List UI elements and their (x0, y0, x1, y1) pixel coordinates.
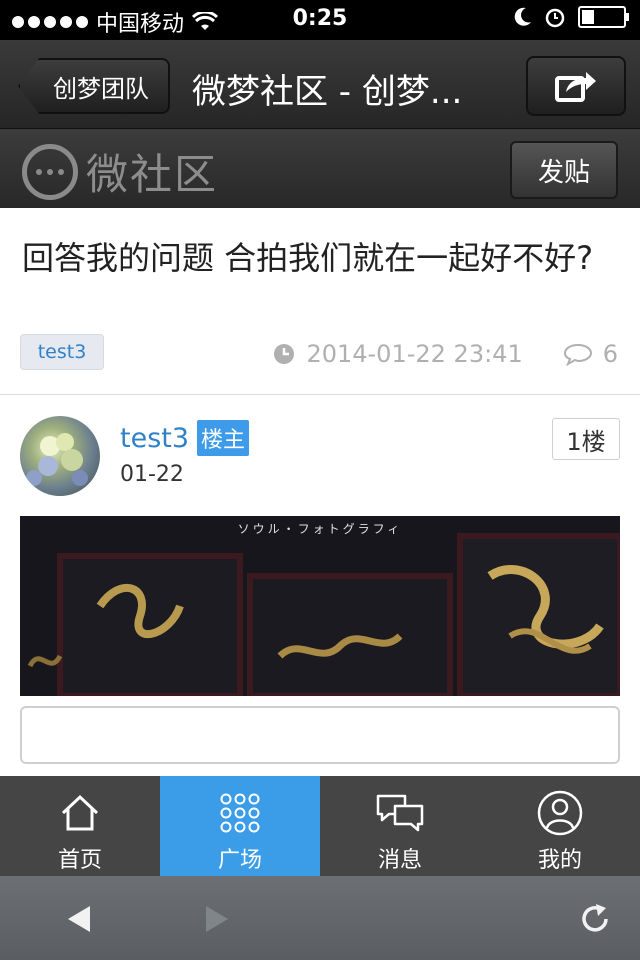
comment-icon (563, 343, 592, 366)
post-tag[interactable]: test3 (20, 334, 104, 370)
tab-label: 首页 (57, 848, 102, 873)
battery-icon (578, 6, 629, 28)
post-meta: 2014-01-22 23:41 6 (272, 340, 618, 368)
forward-arrow-icon[interactable] (204, 904, 230, 934)
home-icon (61, 794, 99, 831)
browser-toolbar (0, 876, 640, 960)
tab-messages[interactable]: 消息 (320, 776, 480, 876)
floor-number: 1楼 (552, 418, 620, 460)
author-name[interactable]: test3 (120, 423, 189, 454)
back-arrow-icon[interactable] (66, 904, 92, 934)
post-image[interactable]: ソウル・フォトグラフィ (20, 516, 620, 696)
tab-label: 广场 (217, 848, 262, 873)
comment-count: 6 (602, 340, 618, 368)
reload-icon[interactable] (578, 902, 612, 936)
grid-icon (220, 793, 260, 833)
tab-home[interactable]: 首页 (0, 776, 160, 876)
navigation-bar: 创梦团队 微梦社区 - 创梦... (0, 40, 640, 129)
share-button[interactable] (526, 56, 626, 116)
moon-icon (514, 7, 531, 26)
profile-icon (537, 790, 583, 836)
share-icon (555, 72, 596, 102)
post-datetime: 2014-01-22 23:41 (306, 340, 523, 368)
reply-date: 01-22 (120, 462, 184, 487)
reply-input[interactable] (20, 706, 620, 764)
image-caption: ソウル・フォトグラフィ (237, 522, 403, 536)
logo-text: 微社区 (86, 150, 219, 199)
tab-square[interactable]: 广场 (160, 776, 320, 876)
tab-profile[interactable]: 我的 (480, 776, 640, 876)
author-info: test3 楼主 (120, 420, 250, 456)
chat-bubble-icon (22, 143, 78, 200)
app-logo: 微社区 (22, 141, 218, 202)
owner-badge: 楼主 (197, 420, 250, 456)
new-post-button[interactable]: 发贴 (510, 141, 618, 199)
divider (0, 394, 640, 395)
avatar[interactable] (20, 416, 100, 496)
tab-label: 消息 (377, 848, 422, 873)
page-title: 微梦社区 - 创梦... (192, 72, 463, 112)
messages-icon (376, 794, 424, 832)
tab-bar: 首页 广场 消息 我的 (0, 776, 640, 876)
tab-label: 我的 (537, 848, 582, 873)
alarm-icon (545, 8, 565, 28)
status-bar: 中国移动 0:25 (0, 0, 640, 40)
brand-bar: 微社区 发贴 (0, 129, 640, 208)
clock-icon (274, 344, 295, 364)
back-button[interactable]: 创梦团队 (18, 58, 170, 114)
post-title: 回答我的问题 合拍我们就在一起好不好? (22, 239, 594, 277)
